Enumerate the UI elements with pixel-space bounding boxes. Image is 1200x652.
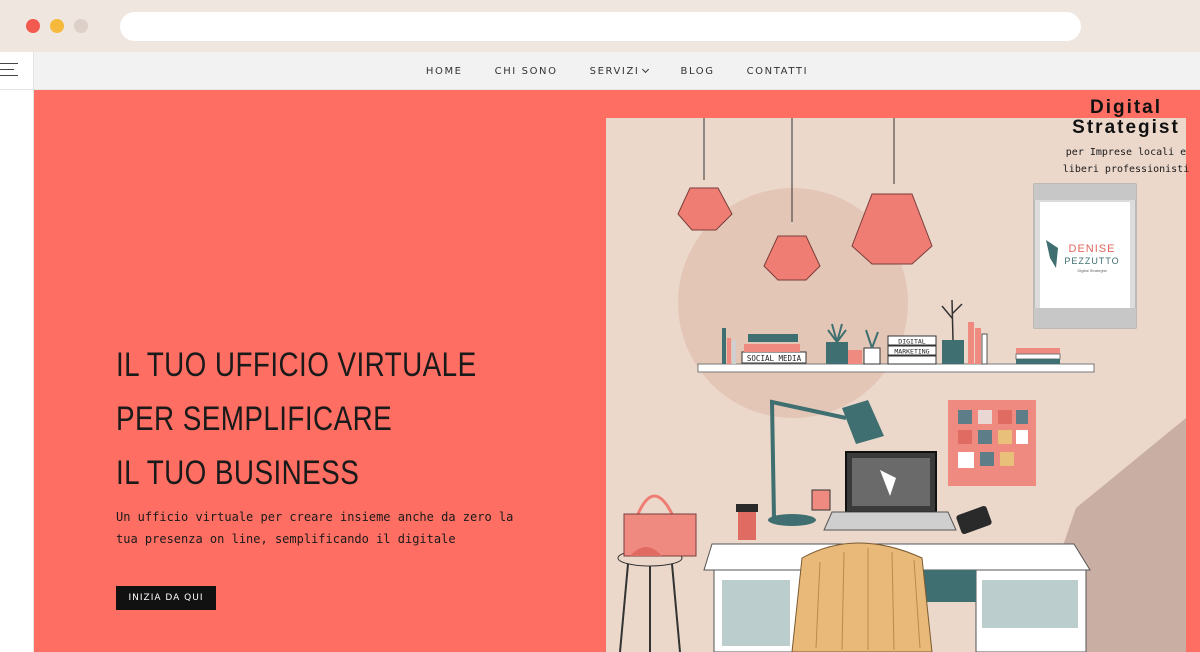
- nav-item-chi-sono[interactable]: CHI SONO: [495, 66, 558, 77]
- minimize-window-dot[interactable]: [50, 19, 64, 33]
- maximize-window-dot[interactable]: [74, 19, 88, 33]
- hero-subtitle: Un ufficio virtuale per creare insieme a…: [116, 510, 514, 546]
- laptop: [823, 451, 957, 531]
- headline-line-3: IL TUO BUSINESS: [116, 454, 360, 492]
- svg-text:MARKETING: MARKETING: [894, 348, 929, 356]
- chair: [791, 542, 933, 652]
- hero-section: IL TUO UFFICIO VIRTUALE PER SEMPLIFICARE…: [34, 90, 1200, 652]
- top-navigation: HOME CHI SONO SERVIZI BLOG CONTATTI: [34, 52, 1200, 90]
- badge-title: Digital Strategist: [1072, 97, 1180, 138]
- badge-subtitle: per Imprese locali e liberi professionis…: [1062, 147, 1190, 175]
- stool-with-bag: [617, 494, 697, 652]
- headline-line-1: IL TUO UFFICIO VIRTUALE: [116, 346, 477, 384]
- svg-text:PEZZUTTO: PEZZUTTO: [1064, 256, 1119, 266]
- pinboard: [948, 400, 1036, 486]
- browser-chrome: [0, 0, 1200, 52]
- pendant-lamp-3: [851, 118, 933, 265]
- start-here-button[interactable]: INIZIA DA QUI: [116, 586, 216, 610]
- office-illustration: DENISE PEZZUTTO Digital Strategist SOCIA…: [606, 118, 1186, 652]
- close-window-dot[interactable]: [26, 19, 40, 33]
- nav-item-contatti[interactable]: CONTATTI: [747, 66, 809, 77]
- address-bar[interactable]: [120, 12, 1081, 41]
- nav-item-servizi-label: SERVIZI: [589, 65, 640, 77]
- svg-text:Digital Strategist: Digital Strategist: [1077, 268, 1107, 273]
- nav-item-servizi[interactable]: SERVIZI: [589, 65, 650, 77]
- coffee-cup: [736, 504, 758, 540]
- svg-text:SOCIAL MEDIA: SOCIAL MEDIA: [747, 354, 802, 363]
- menu-icon[interactable]: [0, 61, 18, 79]
- side-panel: [0, 52, 34, 652]
- nav-item-home[interactable]: HOME: [426, 66, 463, 77]
- pendant-lamp-1: [677, 118, 733, 231]
- nav-menu: HOME CHI SONO SERVIZI BLOG CONTATTI: [34, 52, 1200, 90]
- hero-headline: IL TUO UFFICIO VIRTUALE PER SEMPLIFICARE…: [116, 338, 477, 500]
- web-page: HOME CHI SONO SERVIZI BLOG CONTATTI IL T…: [0, 52, 1200, 652]
- chevron-down-icon: [642, 65, 650, 74]
- headline-line-2: PER SEMPLIFICARE: [116, 400, 393, 438]
- logo-frame: DENISE PEZZUTTO Digital Strategist: [1033, 183, 1137, 329]
- svg-text:DENISE: DENISE: [1069, 243, 1116, 255]
- sidebar-divider: [0, 89, 34, 90]
- nav-item-blog[interactable]: BLOG: [680, 66, 714, 77]
- svg-text:DIGITAL: DIGITAL: [898, 338, 925, 346]
